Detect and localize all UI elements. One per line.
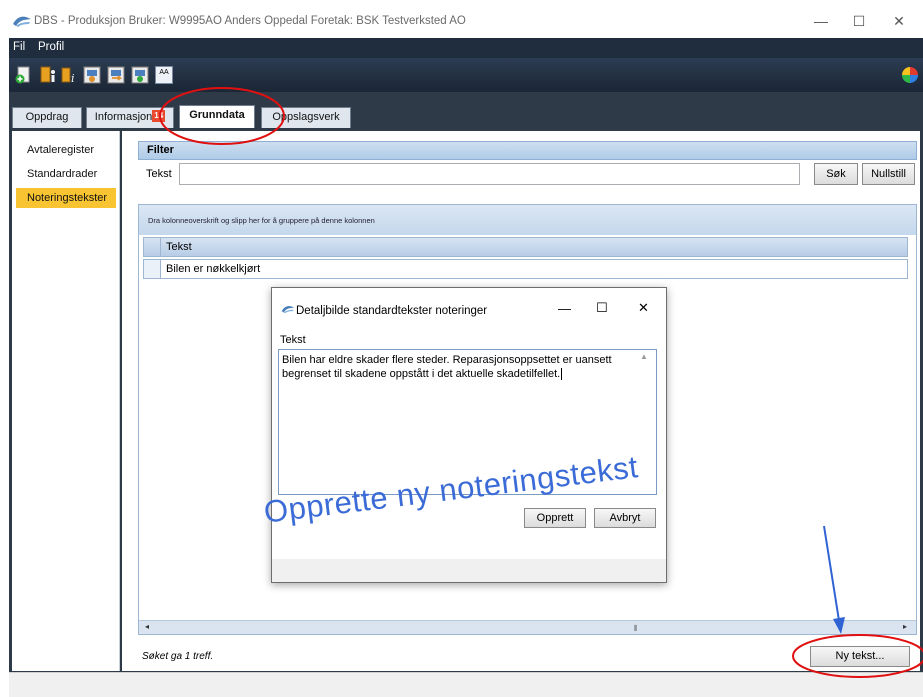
add-icon[interactable]	[15, 66, 33, 84]
menu-bar: Fil Profil	[9, 38, 923, 58]
window-titlebar: DBS - Produksjon Bruker: W9995AO Anders …	[0, 0, 923, 38]
scroll-thumb[interactable]: ⦀	[634, 624, 638, 634]
dialog-scroll-up-icon[interactable]: ▲	[640, 352, 648, 361]
info-small-icon[interactable]: i	[60, 66, 78, 84]
dialog-text-label: Tekst	[280, 334, 306, 346]
menu-item-profil[interactable]: Profil	[38, 41, 64, 53]
toolbar: i AA	[9, 58, 923, 92]
sidebar-item-standardrader[interactable]: Standardrader	[16, 164, 116, 184]
tab-grunndata[interactable]: Grunndata	[179, 105, 255, 128]
create-button[interactable]: Opprett	[524, 508, 586, 528]
new-text-button[interactable]: Ny tekst...	[810, 646, 910, 667]
settings-icon[interactable]	[83, 66, 101, 84]
column-header-tekst[interactable]: Tekst	[160, 237, 908, 257]
sidebar-item-avtaleregister[interactable]: Avtaleregister	[16, 140, 116, 160]
filter-header: Filter	[138, 141, 917, 160]
export-icon[interactable]	[107, 66, 125, 84]
tab-oppslagsverk[interactable]: Oppslagsverk	[261, 107, 351, 128]
app-logo-icon	[13, 16, 31, 27]
tab-label: Oppslagsverk	[272, 111, 340, 123]
row-selector[interactable]	[143, 259, 160, 279]
info-icon[interactable]	[39, 66, 57, 84]
tab-oppdrag[interactable]: Oppdrag	[12, 107, 82, 128]
row-selector-header	[143, 237, 160, 257]
tab-label: Informasjon	[94, 111, 153, 123]
sidebar	[12, 131, 120, 671]
search-input[interactable]	[179, 163, 800, 185]
search-result-status: Søket ga 1 treff.	[142, 651, 214, 662]
sidebar-item-noteringstekster[interactable]: Noteringstekster	[16, 188, 116, 208]
color-wheel-icon[interactable]	[901, 66, 919, 84]
dialog-maximize-button[interactable]: ☐	[596, 300, 608, 316]
notification-badge: 14	[152, 110, 166, 122]
scroll-right-icon[interactable]: ▸	[903, 622, 907, 631]
window-close-button[interactable]: ✕	[886, 10, 912, 32]
tab-label: Grunndata	[189, 109, 245, 121]
window-title: DBS - Produksjon Bruker: W9995AO Anders …	[34, 15, 466, 27]
import-icon[interactable]	[131, 66, 149, 84]
dialog-footer	[272, 559, 666, 582]
dialog-text-value: Bilen har eldre skader flere steder. Rep…	[282, 354, 615, 380]
dialog-close-button[interactable]: ✕	[638, 300, 649, 316]
window-maximize-button[interactable]: ☐	[846, 10, 872, 32]
tab-label: Oppdrag	[25, 111, 69, 123]
dialog-app-icon	[281, 305, 295, 314]
cancel-button[interactable]: Avbryt	[594, 508, 656, 528]
search-button[interactable]: Søk	[814, 163, 858, 185]
horizontal-scrollbar[interactable]: ◂ ⦀ ▸	[139, 620, 916, 634]
menu-item-fil[interactable]: Fil	[13, 41, 25, 53]
group-panel[interactable]: Dra kolonneoverskrift og slipp her for å…	[139, 205, 916, 235]
dialog-title: Detaljbilde standardtekster noteringer	[296, 305, 488, 317]
tab-strip: Oppdrag Informasjon 14 Grunndata Oppslags…	[9, 92, 923, 128]
status-bar	[9, 672, 923, 697]
scroll-left-icon[interactable]: ◂	[145, 622, 149, 631]
table-row[interactable]: Bilen er nøkkelkjørt	[160, 259, 908, 279]
tab-informasjon[interactable]: Informasjon 14	[86, 107, 174, 128]
reset-button[interactable]: Nullstill	[862, 163, 915, 185]
font-icon[interactable]: AA	[155, 66, 173, 84]
font-icon-label: AA	[159, 69, 169, 76]
text-caret	[561, 368, 563, 381]
filter-text-label: Tekst	[146, 168, 172, 180]
window-minimize-button[interactable]: —	[808, 10, 834, 32]
dialog-minimize-button[interactable]: —	[558, 301, 571, 316]
svg-text:i: i	[71, 72, 75, 84]
